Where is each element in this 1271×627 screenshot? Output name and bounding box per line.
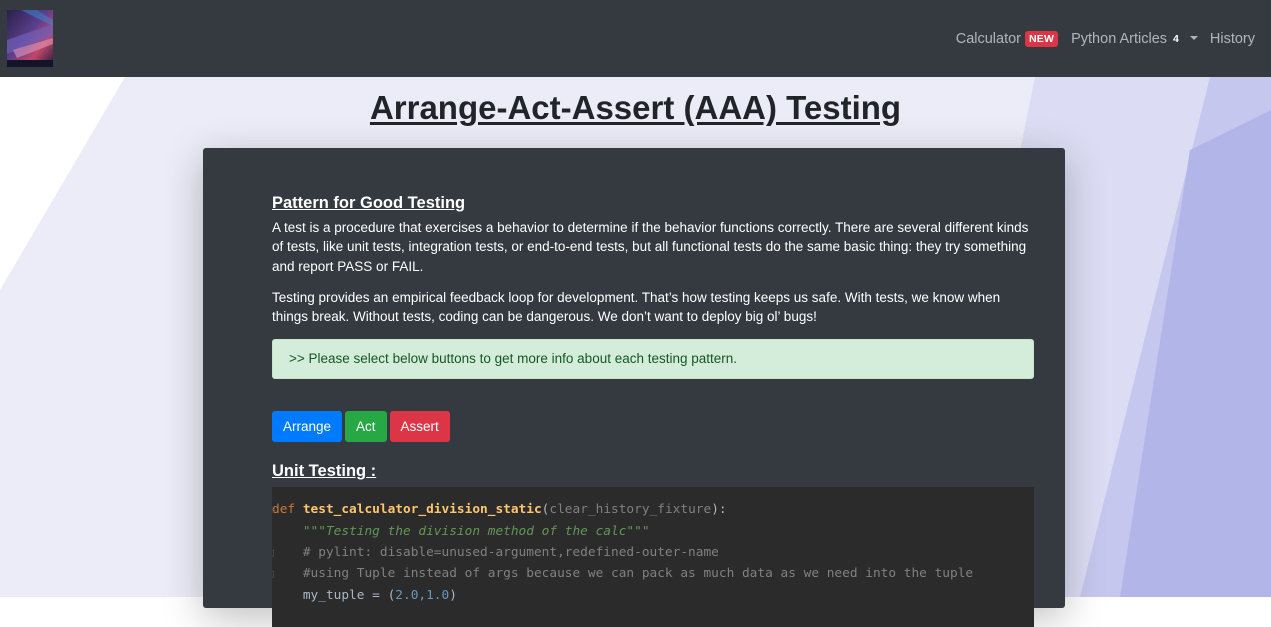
logo-image-icon bbox=[7, 10, 53, 67]
arrange-button[interactable]: Arrange bbox=[272, 411, 343, 443]
code-comment: #using Tuple instead of args because we … bbox=[302, 566, 974, 582]
section-title: Pattern for Good Testing bbox=[272, 194, 466, 212]
nav-history-link[interactable]: History bbox=[1210, 31, 1255, 47]
code-numbers: 2.0,1.0 bbox=[395, 587, 450, 603]
act-button[interactable]: Act bbox=[345, 411, 387, 443]
code-comment: # pylint: disable=unused-argument,redefi… bbox=[302, 545, 719, 561]
unit-testing-title: Unit Testing : bbox=[272, 462, 377, 481]
fold-marker-icon: ⊖ bbox=[272, 503, 276, 517]
nav-calculator-link[interactable]: Calculator NEW bbox=[955, 31, 1059, 47]
nav-python-articles-label: Python Articles bbox=[1071, 31, 1168, 47]
code-punctuation: ) bbox=[449, 587, 457, 603]
site-logo[interactable] bbox=[7, 10, 53, 67]
assert-button[interactable]: Assert bbox=[389, 411, 450, 443]
card-body: Pattern for Good Testing A test is a pro… bbox=[272, 192, 1034, 627]
pattern-button-group: Arrange Act Assert bbox=[272, 411, 1034, 443]
feedback-paragraph: Testing provides an empirical feedback l… bbox=[272, 289, 1001, 325]
code-keyword: def bbox=[272, 502, 303, 518]
code-docstring: """Testing the division method of the ca… bbox=[302, 523, 650, 539]
code-parameter: clear_history_fixture bbox=[549, 502, 712, 518]
code-line: my_tuple = (2.0,1.0) bbox=[272, 585, 1034, 606]
new-badge: NEW bbox=[1025, 31, 1059, 47]
page-title: Arrange-Act-Assert (AAA) Testing bbox=[369, 89, 902, 126]
code-statement: my_tuple = ( bbox=[302, 587, 396, 603]
code-punctuation: ): bbox=[711, 502, 727, 518]
caret-down-icon bbox=[1189, 36, 1198, 40]
nav-python-articles-dropdown[interactable]: Python Articles 4 bbox=[1071, 31, 1198, 47]
articles-count-badge: 4 bbox=[1173, 33, 1179, 45]
info-alert: >> Please select below buttons to get mo… bbox=[272, 339, 1034, 380]
fold-marker-icon: ▯ bbox=[272, 546, 276, 560]
nav-history-label: History bbox=[1209, 31, 1255, 47]
intro-paragraph: A test is a procedure that exercises a b… bbox=[272, 220, 1029, 274]
code-line: ⊖ def test_calculator_division_static(cle… bbox=[272, 499, 1034, 520]
code-line: """Testing the division method of the ca… bbox=[272, 521, 1034, 542]
fold-marker-icon: ▯ bbox=[272, 567, 276, 581]
nav-links: Calculator NEW Python Articles 4 History bbox=[956, 29, 1255, 49]
code-block: ⊖ def test_calculator_division_static(cle… bbox=[272, 487, 1034, 627]
code-function-name: test_calculator_division_static bbox=[302, 502, 542, 518]
nav-calculator-label: Calculator bbox=[955, 31, 1021, 47]
code-line: ▯ # pylint: disable=unused-argument,rede… bbox=[272, 542, 1034, 563]
top-navbar: Calculator NEW Python Articles 4 History bbox=[0, 0, 1271, 77]
content-card: Pattern for Good Testing A test is a pro… bbox=[203, 148, 1065, 627]
code-line: ▯ #using Tuple instead of args because w… bbox=[272, 563, 1034, 584]
